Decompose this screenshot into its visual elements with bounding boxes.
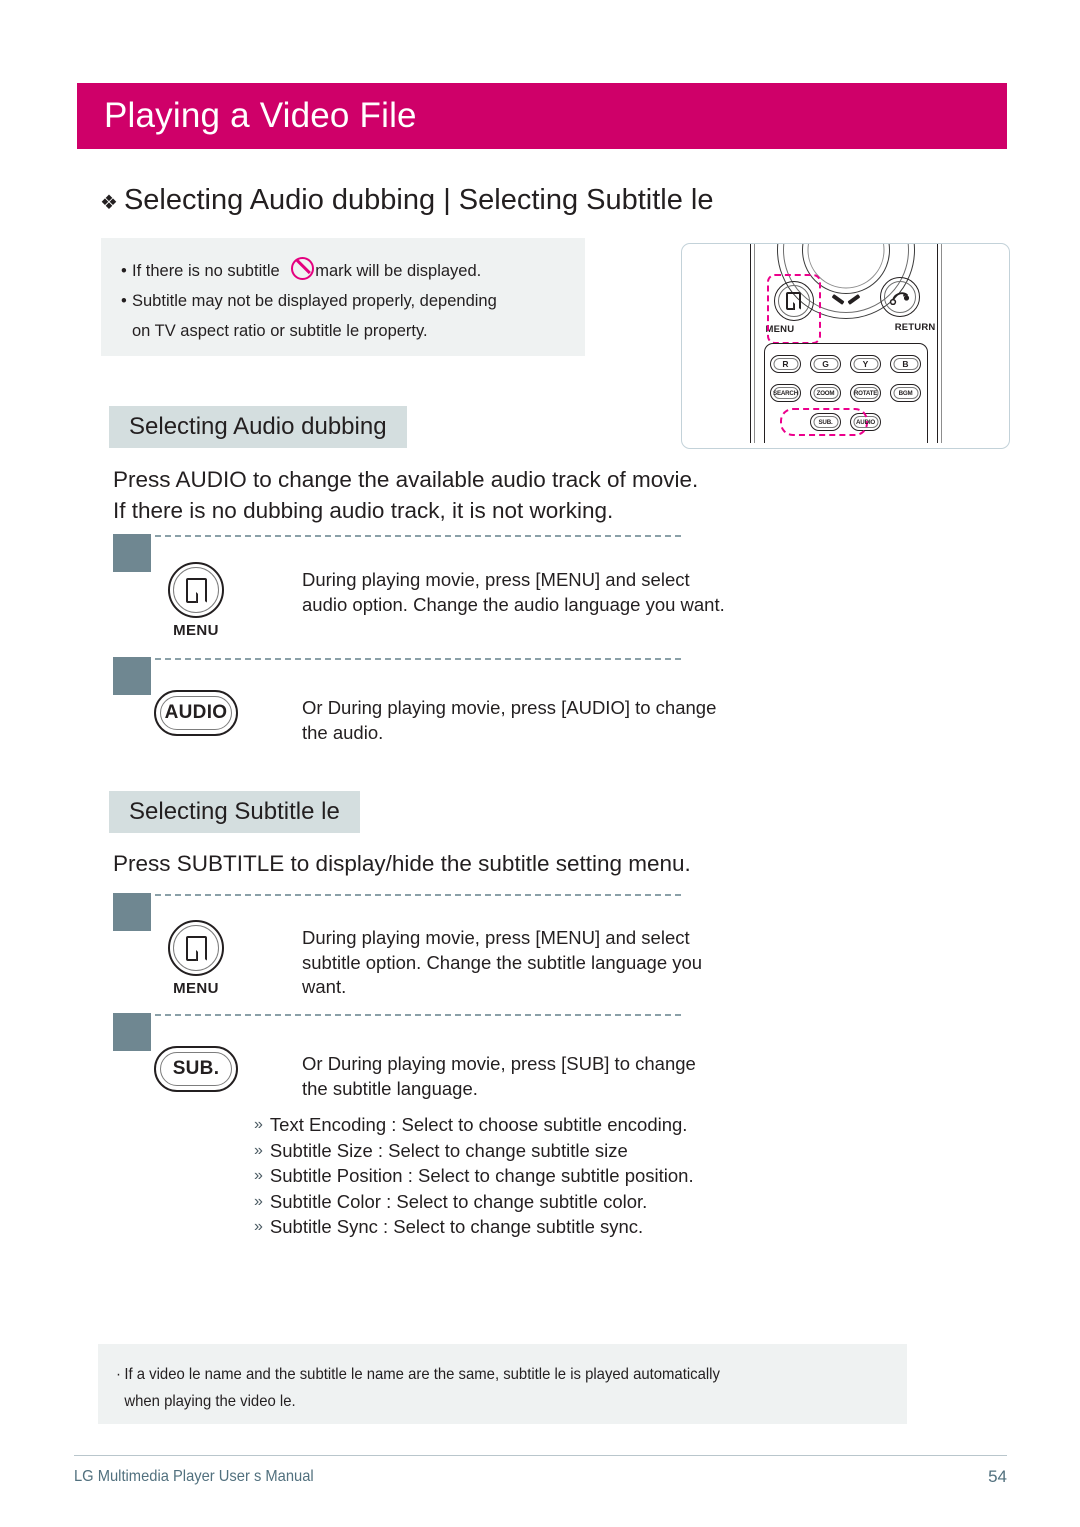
subtitle-step-1-icon-group[interactable]: MENU (160, 920, 232, 997)
footer-page-number: 54 (988, 1467, 1007, 1486)
option-text: Subtitle Color : Select to change subtit… (269, 1190, 648, 1212)
option-marker-icon: » (254, 1218, 263, 1236)
divider-block (113, 657, 151, 695)
remote-key-g[interactable]: G (810, 355, 841, 373)
menu-button-label: MENU (173, 980, 219, 997)
top-note-box: • If there is no subtitle mark will be di… (101, 238, 585, 356)
subtitle-options-list: » Text Encoding : Select to choose subti… (254, 1112, 774, 1240)
menu-page-icon (786, 292, 801, 310)
divider-block (113, 534, 151, 572)
remote-key-y[interactable]: Y (850, 355, 881, 373)
audio-button-label: AUDIO (164, 702, 228, 723)
note-line-2-text: Subtitle may not be displayed properly, … (132, 292, 497, 310)
no-symbol-icon (291, 257, 315, 280)
menu-page-icon (185, 577, 207, 603)
remote-edge-right (936, 244, 942, 443)
option-text: Text Encoding : Select to choose subtitl… (269, 1114, 688, 1135)
page-title: Playing a Video File (104, 96, 417, 135)
remote-key-r[interactable]: R (770, 355, 801, 373)
footer-divider (74, 1455, 1007, 1456)
return-arrow-icon (889, 292, 909, 305)
divider-block (113, 893, 151, 931)
divider-dashed-line (155, 658, 681, 660)
subtitle-section-chip: Selecting Subtitle le (109, 791, 360, 833)
option-text: Subtitle Size : Select to change subtitl… (269, 1139, 628, 1161)
remote-edge-left (749, 244, 755, 443)
list-item: » Subtitle Size : Select to change subti… (254, 1138, 774, 1164)
remote-key-b-label: B (902, 359, 909, 369)
divider-block (113, 1013, 151, 1051)
bullet-dot-icon: • (121, 262, 127, 280)
bullet-dot-icon: • (121, 292, 127, 310)
note-line-3: on TV aspect ratio or subtitle le proper… (132, 322, 428, 340)
footer-manual-title: LG Multimedia Player User s Manual (74, 1468, 314, 1485)
note-line-1-after: mark will be displayed. (315, 262, 482, 280)
section-heading-text: Selecting Audio dubbing | Selecting Subt… (123, 184, 714, 216)
remote-key-sub-label: SUB. (818, 418, 833, 426)
list-item: » Subtitle Position : Select to change s… (254, 1163, 774, 1189)
audio-section-intro: Press AUDIO to change the available audi… (113, 467, 699, 523)
remote-key-zoom[interactable]: ZOOM (810, 384, 841, 402)
subtitle-step-2-text: Or During playing movie, press [SUB] to … (302, 1053, 696, 1099)
remote-key-r-label: R (782, 359, 789, 369)
subtitle-step-1-text: During playing movie, press [MENU] and s… (302, 927, 703, 997)
remote-key-search[interactable]: SEARCH (770, 384, 801, 402)
option-marker-icon: » (254, 1116, 263, 1133)
sub-button-icon[interactable]: SUB. (154, 1046, 238, 1092)
bullet-tick-icon: · (116, 1366, 121, 1383)
remote-return-button[interactable] (879, 277, 920, 317)
remote-control-illustration: MENU RETURN R G Y B SEARCH ZOOM ROTATE B… (681, 243, 1010, 449)
remote-key-g-label: G (822, 359, 829, 369)
note-line-1-before: If there is no subtitle (132, 262, 280, 280)
option-marker-icon: » (254, 1167, 263, 1185)
audio-section-chip: Selecting Audio dubbing (109, 406, 407, 448)
remote-key-rotate-label: ROTATE (853, 389, 878, 397)
note-line-1: • If there is no subtitle mark will be di… (121, 256, 569, 286)
page-title-bar: Playing a Video File (77, 83, 1007, 149)
bottom-note-line-1: · If a video le name and the subtitle le … (116, 1361, 839, 1388)
audio-button-icon[interactable]: AUDIO (154, 690, 238, 736)
bottom-note-line-2: when playing the video le. (124, 1393, 296, 1410)
remote-key-y-label: Y (862, 359, 869, 369)
option-text: Subtitle Position : Select to change sub… (269, 1165, 694, 1187)
bottom-note-line-1-text: If a video le name and the subtitle le n… (124, 1366, 720, 1383)
option-text: Subtitle Sync : Select to change subtitl… (269, 1216, 644, 1238)
sub-button-label: SUB. (172, 1058, 220, 1079)
section-heading: ❖ Selecting Audio dubbing | Selecting Su… (100, 184, 714, 217)
color-key-row: R G Y B (765, 355, 927, 373)
divider-dashed-line (155, 894, 681, 896)
subtitle-section-intro: Press SUBTITLE to display/hide the subti… (113, 851, 691, 876)
menu-button-label: MENU (173, 622, 219, 639)
menu-button-icon[interactable] (168, 562, 224, 618)
diamond-bullet-icon: ❖ (100, 192, 118, 214)
audio-step-2-text: Or During playing movie, press [AUDIO] t… (302, 697, 717, 743)
remote-key-b[interactable]: B (890, 355, 921, 373)
audio-step-2-icon-group[interactable]: AUDIO (154, 690, 238, 736)
option-marker-icon: » (254, 1192, 263, 1210)
chevron-down-icon (835, 294, 857, 307)
option-marker-icon: » (254, 1141, 263, 1159)
page-footer: LG Multimedia Player User s Manual 54 (74, 1467, 1007, 1487)
list-item: » Text Encoding : Select to choose subti… (254, 1112, 774, 1138)
menu-button-icon[interactable] (168, 920, 224, 976)
remote-body: MENU RETURN R G Y B SEARCH ZOOM ROTATE B… (749, 244, 942, 448)
bottom-note-box: · If a video le name and the subtitle le … (98, 1344, 907, 1424)
divider-dashed-line (155, 535, 681, 537)
list-item: » Subtitle Sync : Select to change subti… (254, 1214, 774, 1240)
audio-step-1-text: During playing movie, press [MENU] and s… (302, 569, 725, 615)
remote-key-zoom-label: ZOOM (816, 389, 835, 397)
list-item: » Subtitle Color : Select to change subt… (254, 1189, 774, 1215)
divider-dashed-line (155, 1014, 681, 1016)
function-key-row: SEARCH ZOOM ROTATE BGM (765, 384, 927, 402)
remote-return-label: RETURN (894, 322, 936, 333)
remote-key-audio-label: AUDIO (856, 418, 875, 426)
remote-key-search-label: SEARCH (773, 389, 798, 397)
remote-key-bgm[interactable]: BGM (890, 384, 921, 402)
subtitle-step-2-icon-group[interactable]: SUB. (154, 1046, 238, 1092)
menu-page-icon (185, 935, 207, 961)
audio-step-1-icon-group[interactable]: MENU (160, 562, 232, 639)
remote-key-rotate[interactable]: ROTATE (850, 384, 881, 402)
remote-key-bgm-label: BGM (898, 389, 913, 397)
note-line-2: • Subtitle may not be displayed properly,… (121, 286, 569, 316)
